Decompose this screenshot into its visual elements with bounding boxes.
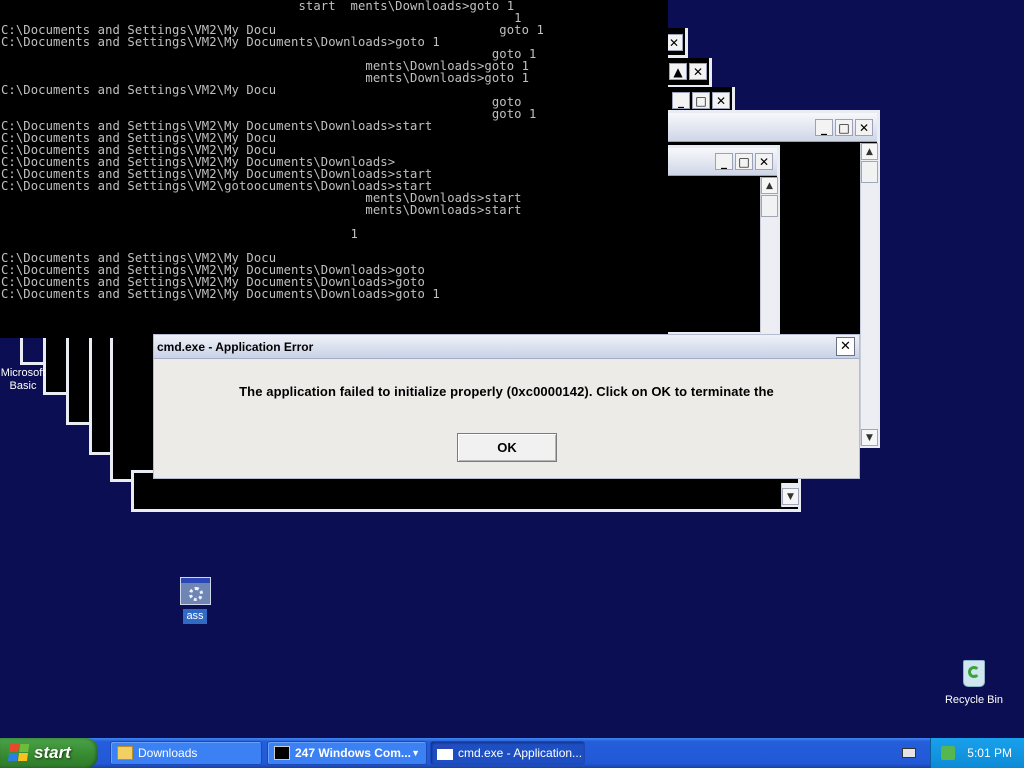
console-line: ments\Downloads>start xyxy=(365,203,522,217)
console-output[interactable]: start ments\Downloads>goto 1 1 C:\Docume… xyxy=(0,0,668,338)
scroll-down-icon[interactable]: ▼ xyxy=(861,429,878,446)
taskbar: start Downloads 247 Windows Com... ▼ cmd… xyxy=(0,738,1024,768)
taskbar-item-label: Downloads xyxy=(138,746,198,760)
desktop-icon-label: ass xyxy=(183,609,207,624)
ok-button[interactable]: OK xyxy=(457,433,557,462)
console-line: C:\Documents and Settings\VM2\My Documen… xyxy=(1,287,440,301)
clock[interactable]: 5:01 PM xyxy=(967,746,1012,760)
recycle-bin-icon xyxy=(959,656,989,688)
scroll-down-icon[interactable]: ▼ xyxy=(782,488,799,505)
cmd-icon xyxy=(274,746,290,760)
start-label: start xyxy=(34,743,71,762)
desktop: ▼ ✕ ▲ ✕ _ □ ✕ _ □ ✕ ▲ ▼ _ □ ✕ ▲ start me… xyxy=(0,0,1024,738)
taskbar-item-windows-command[interactable]: 247 Windows Com... ▼ xyxy=(267,741,427,765)
close-icon[interactable]: ✕ xyxy=(712,92,730,109)
maximize-icon[interactable]: □ xyxy=(692,92,710,109)
scroll-up-icon[interactable]: ▲ xyxy=(761,177,778,194)
console-line: 1 xyxy=(350,227,358,241)
folder-icon xyxy=(117,746,133,760)
maximize-icon[interactable]: □ xyxy=(835,119,853,136)
taskbar-item-downloads[interactable]: Downloads xyxy=(110,741,262,765)
scroll-thumb[interactable] xyxy=(761,195,778,217)
minimize-icon[interactable]: _ xyxy=(715,153,733,170)
chevron-down-icon[interactable]: ▼ xyxy=(411,748,420,758)
desktop-icon-label: Recycle Bin xyxy=(944,694,1004,706)
application-error-dialog: cmd.exe - Application Error ✕ The applic… xyxy=(153,334,860,479)
console-scrollbar[interactable]: ▼ xyxy=(781,483,799,507)
close-icon[interactable]: ✕ xyxy=(855,119,873,136)
desktop-icon-label: Microsoft xyxy=(0,367,46,379)
dialog-title: cmd.exe - Application Error xyxy=(157,339,314,354)
start-button[interactable]: start xyxy=(0,738,98,768)
keyboard-icon[interactable] xyxy=(902,748,916,758)
system-tray: 5:01 PM xyxy=(930,738,1024,768)
windows-logo-icon xyxy=(7,744,31,762)
console-scrollbar[interactable]: ▲ xyxy=(760,177,778,333)
minimize-icon[interactable]: _ xyxy=(672,92,690,109)
scroll-up-icon[interactable]: ▲ xyxy=(669,63,687,80)
desktop-icon-label: Basic xyxy=(9,380,37,392)
dialog-titlebar[interactable]: cmd.exe - Application Error xyxy=(154,335,859,359)
desktop-icon-ass[interactable]: ass xyxy=(176,577,214,624)
minimize-icon[interactable]: _ xyxy=(815,119,833,136)
console-text: start ments\Downloads>goto 1 1 C:\Docume… xyxy=(0,0,668,300)
dialog-message: The application failed to initialize pro… xyxy=(239,384,774,399)
network-icon[interactable] xyxy=(941,746,955,760)
taskbar-item-cmd-error[interactable]: cmd.exe - Application... xyxy=(430,741,585,765)
close-icon[interactable]: ✕ xyxy=(689,63,707,80)
close-icon[interactable]: ✕ xyxy=(755,153,773,170)
desktop-icon-microsoft-basic[interactable]: Microsoft Basic xyxy=(0,367,46,393)
console-scrollbar[interactable]: ▲ ▼ xyxy=(860,143,878,446)
scroll-thumb[interactable] xyxy=(861,161,878,183)
window-icon xyxy=(437,746,453,760)
window-titlebar[interactable]: _ □ ✕ xyxy=(640,113,877,142)
scroll-up-icon[interactable]: ▲ xyxy=(861,143,878,160)
desktop-icon-recycle-bin[interactable]: Recycle Bin xyxy=(940,656,1008,707)
taskbar-item-label: 247 Windows Com... xyxy=(295,746,411,760)
maximize-icon[interactable]: □ xyxy=(735,153,753,170)
close-icon[interactable]: ✕ xyxy=(836,337,855,356)
application-window-icon xyxy=(179,577,211,605)
taskbar-item-label: cmd.exe - Application... xyxy=(458,746,583,760)
